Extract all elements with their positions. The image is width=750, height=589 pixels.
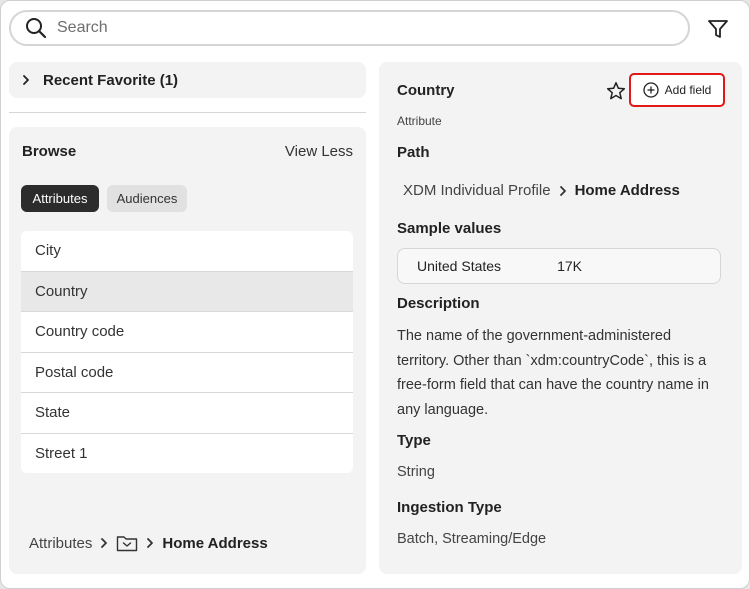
chevron-right-icon [146,537,154,549]
filter-icon [708,20,728,38]
description-heading: Description [397,295,480,312]
sample-count: 17K [557,258,582,274]
divider [9,112,366,113]
ingestion-type-heading: Ingestion Type [397,499,502,516]
star-icon [606,82,626,100]
list-item-country[interactable]: Country [21,271,353,312]
attribute-list: City Country Country code Postal code St… [21,231,353,473]
tab-attributes[interactable]: Attributes [21,185,99,212]
chevron-right-icon [100,537,108,549]
add-field-button[interactable]: Add field [629,73,725,107]
attribute-kind: Attribute [397,114,442,128]
search-input[interactable] [57,19,657,37]
path-root: XDM Individual Profile [403,182,551,199]
sample-value-row: United States 17K [397,248,721,284]
path-current: Home Address [574,182,680,199]
path-heading: Path [397,144,430,161]
type-heading: Type [397,432,431,449]
list-item-postal-code[interactable]: Postal code [21,353,353,393]
recent-favorite-toggle[interactable]: Recent Favorite (1) [9,62,366,98]
filter-button[interactable] [705,16,731,42]
add-field-label: Add field [664,83,712,97]
attribute-detail-panel: Country Add field Attribute Path XDM Ind… [379,62,742,574]
view-less-link[interactable]: View Less [285,143,353,160]
browse-title: Browse [22,143,77,160]
list-item-state[interactable]: State [21,393,353,434]
chevron-right-icon [23,75,29,85]
ingestion-type-value: Batch, Streaming/Edge [397,531,547,547]
chevron-right-icon [559,185,567,197]
breadcrumb-root[interactable]: Attributes [29,535,92,552]
list-item-street-1[interactable]: Street 1 [21,434,353,474]
attribute-title: Country [397,82,455,99]
type-value: String [397,464,435,480]
search-bar[interactable] [9,10,690,46]
description-text: The name of the government-administered … [397,328,709,418]
tab-audiences[interactable]: Audiences [107,185,187,212]
recent-favorite-label: Recent Favorite (1) [43,71,179,89]
browse-section: Browse View Less Attributes Audiences Ci… [9,127,366,574]
sample-values-heading: Sample values [397,220,502,237]
list-item-city[interactable]: City [21,231,353,272]
favorite-star-button[interactable] [606,81,626,101]
folder-icon[interactable] [116,534,138,552]
sample-value: United States [417,258,502,274]
search-icon [26,18,47,39]
breadcrumb-current: Home Address [162,534,268,552]
add-circle-icon [642,82,659,98]
attribute-picker-panel: Recent Favorite (1) Browse View Less Att… [0,0,750,589]
breadcrumb: Attributes Home Address [29,531,268,555]
list-item-country-code[interactable]: Country code [21,312,353,353]
attribute-path: XDM Individual Profile Home Address [403,182,680,199]
